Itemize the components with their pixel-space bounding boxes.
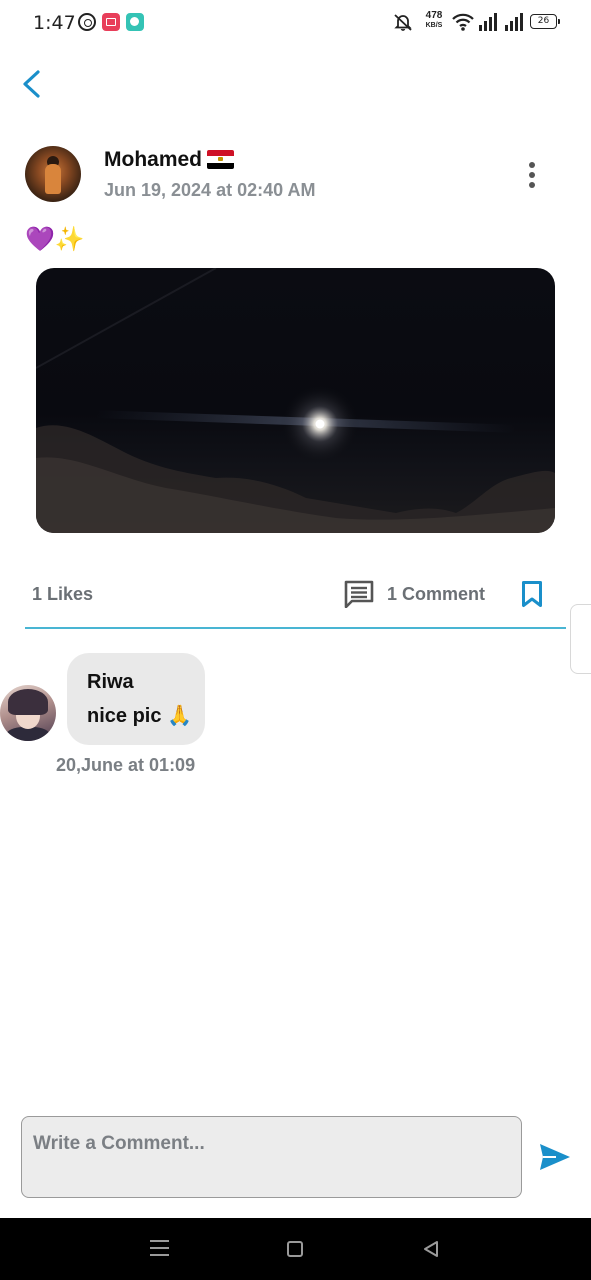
wifi-icon — [452, 13, 474, 31]
avatar-suit — [6, 727, 50, 741]
status-bar: 1:47 478 KB/S 26 — [0, 0, 591, 46]
comment-bubble[interactable]: Riwa nice pic 🙏 — [67, 653, 205, 745]
divider — [25, 627, 566, 629]
battery-icon: 26 — [530, 14, 560, 29]
screen-recorder-icon — [102, 13, 120, 31]
post-image[interactable] — [36, 268, 555, 533]
post-date: Jun 19, 2024 at 02:40 AM — [104, 180, 316, 200]
mute-icon — [394, 14, 412, 31]
comment-input[interactable] — [21, 1116, 522, 1198]
send-icon[interactable] — [538, 1142, 572, 1172]
comment-icon[interactable] — [344, 580, 374, 608]
post-caption: 💜✨ — [25, 226, 85, 253]
nav-back-icon[interactable] — [422, 1240, 440, 1258]
avatar-figure-body — [45, 164, 61, 194]
avatar-hair — [8, 689, 48, 715]
more-options-button[interactable] — [520, 160, 544, 190]
comments-count[interactable]: 1 Comment — [387, 584, 485, 605]
network-speed-value: 478 — [425, 10, 443, 21]
night-sky-moon-photo — [36, 268, 555, 533]
chat-app-icon — [126, 13, 144, 31]
comment-time: 20,June at 01:09 — [56, 755, 196, 775]
egypt-flag-icon — [207, 150, 235, 169]
network-speed: 478 KB/S — [423, 11, 445, 31]
post-author-name[interactable]: Mohamed — [104, 148, 202, 171]
commenter-avatar[interactable] — [0, 685, 56, 741]
likes-count[interactable]: 1 Likes — [32, 584, 93, 605]
comment-text: nice pic 🙏 — [87, 705, 192, 727]
author-avatar[interactable] — [25, 146, 81, 202]
system-nav-bar — [0, 1218, 591, 1280]
post-author[interactable]: Mohamed — [104, 148, 235, 172]
side-panel-handle[interactable] — [570, 604, 591, 674]
signal-icon — [479, 13, 497, 31]
status-time: 1:47 — [33, 12, 76, 34]
recent-apps-icon[interactable] — [150, 1240, 169, 1256]
bookmark-icon[interactable] — [521, 580, 543, 608]
chevron-left-icon — [23, 70, 40, 98]
comment-author[interactable]: Riwa — [87, 671, 134, 694]
home-icon[interactable] — [287, 1241, 303, 1257]
more-vertical-icon — [520, 162, 544, 188]
back-button[interactable] — [16, 64, 52, 104]
network-speed-unit: KB/S — [425, 22, 443, 29]
signal-icon — [505, 13, 523, 31]
whatsapp-icon — [78, 13, 96, 31]
